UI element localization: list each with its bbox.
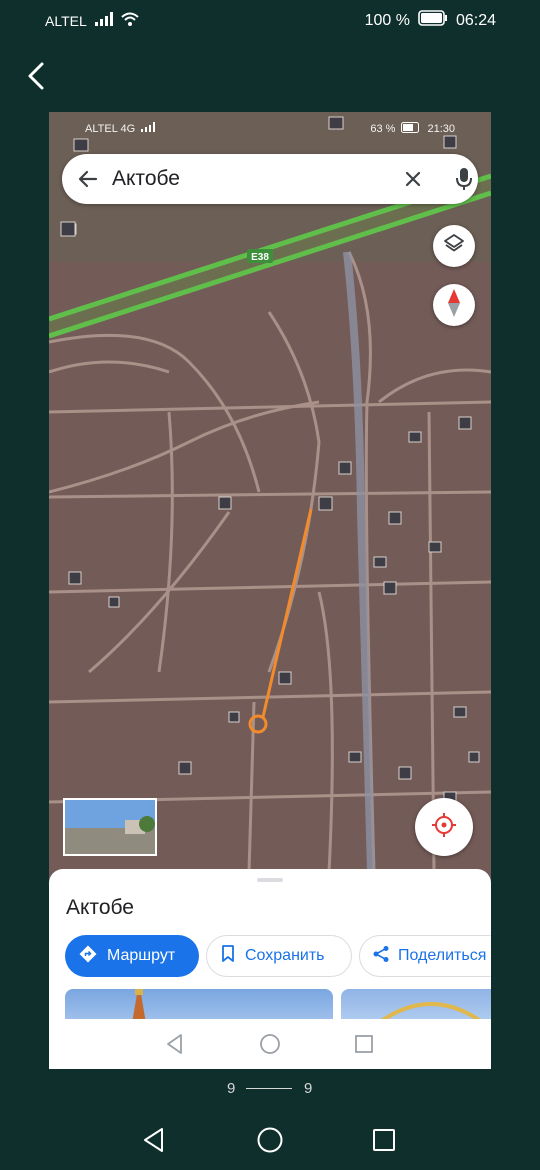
layers-button[interactable] <box>433 225 475 267</box>
nav-recents-icon <box>371 1127 397 1158</box>
share-label: Поделиться <box>398 947 487 964</box>
nav-recents-button[interactable] <box>366 1124 402 1160</box>
wifi-icon <box>121 12 139 29</box>
share-icon <box>372 945 390 968</box>
search-query[interactable]: Актобе <box>112 167 180 191</box>
image-pager: 9 9 <box>0 1078 540 1098</box>
pager-total: 9 <box>304 1080 313 1097</box>
nav-back-button[interactable] <box>136 1124 172 1160</box>
inner-nav-back-icon[interactable] <box>165 1033 185 1060</box>
nav-home-icon <box>256 1126 284 1159</box>
pager-divider <box>246 1088 292 1089</box>
share-button[interactable]: Поделиться <box>359 935 491 977</box>
battery-percent: 100 % <box>364 11 410 29</box>
inner-clock: 21:30 <box>427 123 455 135</box>
pager-current: 9 <box>227 1080 236 1097</box>
road-label: E38 <box>251 252 269 263</box>
search-back-icon[interactable] <box>76 167 100 196</box>
sheet-handle[interactable] <box>257 878 283 882</box>
inner-nav-recents-icon[interactable] <box>354 1034 374 1059</box>
clock: 06:24 <box>455 11 496 29</box>
inner-battery: 63 % <box>370 123 396 135</box>
status-left: ALTEL <box>45 12 139 29</box>
my-location-button[interactable] <box>415 798 473 856</box>
inner-battery-icon <box>401 122 421 136</box>
locate-icon <box>430 811 458 844</box>
mic-icon[interactable] <box>452 166 476 197</box>
bookmark-icon <box>221 944 235 968</box>
inner-signal-icon <box>141 122 156 135</box>
route-label: Маршрут <box>107 947 176 964</box>
satellite-map[interactable]: E38 <box>49 112 491 872</box>
back-icon <box>18 62 58 100</box>
signal-icon <box>94 12 113 29</box>
clear-icon[interactable] <box>401 167 425 196</box>
status-right: 100 % 06:24 <box>365 10 496 31</box>
save-label: Сохранить <box>245 947 325 964</box>
compass-button[interactable] <box>433 284 475 326</box>
layers-icon <box>443 233 465 260</box>
system-nav-bar <box>0 1118 540 1164</box>
battery-icon <box>418 10 448 31</box>
nav-back-icon <box>141 1126 167 1159</box>
inner-nav-bar <box>49 1019 491 1069</box>
search-bar[interactable]: Актобе <box>62 154 478 204</box>
directions-icon <box>79 945 97 968</box>
inner-nav-home-icon[interactable] <box>259 1033 281 1060</box>
compass-icon <box>446 288 462 323</box>
place-sheet[interactable]: Актобе Маршрут Сохранить Поделиться <box>49 869 491 1069</box>
nav-home-button[interactable] <box>252 1124 288 1160</box>
inner-status-bar: ALTEL 4G 63 % 21:30 <box>49 120 491 138</box>
inner-carrier: ALTEL 4G <box>85 122 136 135</box>
place-title: Актобе <box>66 896 134 919</box>
carrier-label: ALTEL <box>45 12 87 29</box>
street-view-thumbnail[interactable] <box>63 798 157 856</box>
route-button[interactable]: Маршрут <box>65 935 199 977</box>
back-button[interactable] <box>18 56 58 96</box>
status-bar: ALTEL 100 % 06:24 <box>0 0 540 40</box>
screenshot-image[interactable]: E38 ALTEL 4G 63 % 21:30 Актобе Актобе Ма… <box>49 112 491 1069</box>
save-button[interactable]: Сохранить <box>206 935 352 977</box>
